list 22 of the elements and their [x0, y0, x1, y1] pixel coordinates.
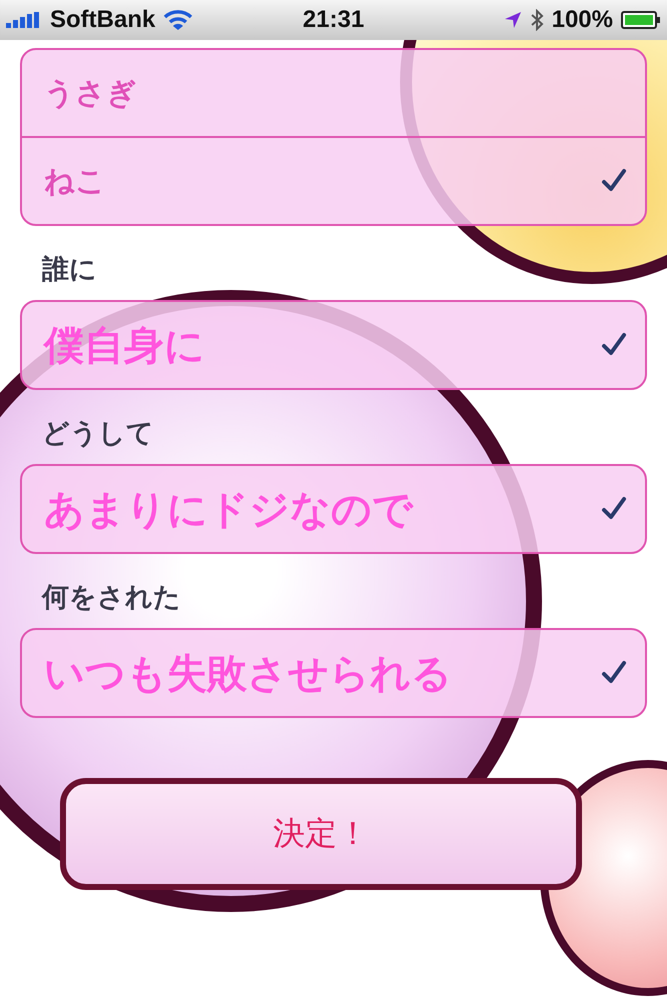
row-label: あまりにドジなので — [44, 486, 413, 534]
section-header: どうして — [41, 417, 155, 451]
decide-button[interactable]: 決定！ — [60, 778, 582, 890]
list-row[interactable]: いつも失敗させられる — [22, 630, 645, 716]
list-row[interactable]: ねこ — [22, 136, 645, 224]
wifi-icon — [163, 9, 194, 31]
list-row[interactable]: あまりにドジなので — [22, 466, 645, 552]
carrier-name: SoftBank — [50, 6, 156, 34]
location-arrow-icon — [504, 11, 522, 29]
list-row[interactable]: 僕自身に — [22, 302, 645, 388]
row-label: ねこ — [44, 162, 106, 200]
row-label: 僕自身に — [44, 322, 205, 370]
section-header: 何をされた — [40, 581, 182, 615]
row-label: いつも失敗させられる — [44, 650, 452, 698]
signal-icon — [6, 12, 42, 28]
bluetooth-icon — [530, 9, 544, 31]
list-row[interactable]: うさぎ — [22, 50, 645, 136]
row-label: うさぎ — [44, 74, 137, 112]
battery-icon — [621, 10, 661, 30]
battery-percent: 100% — [552, 6, 613, 34]
clock-time: 21:31 — [302, 6, 364, 34]
section-header: 誰に — [40, 253, 98, 287]
